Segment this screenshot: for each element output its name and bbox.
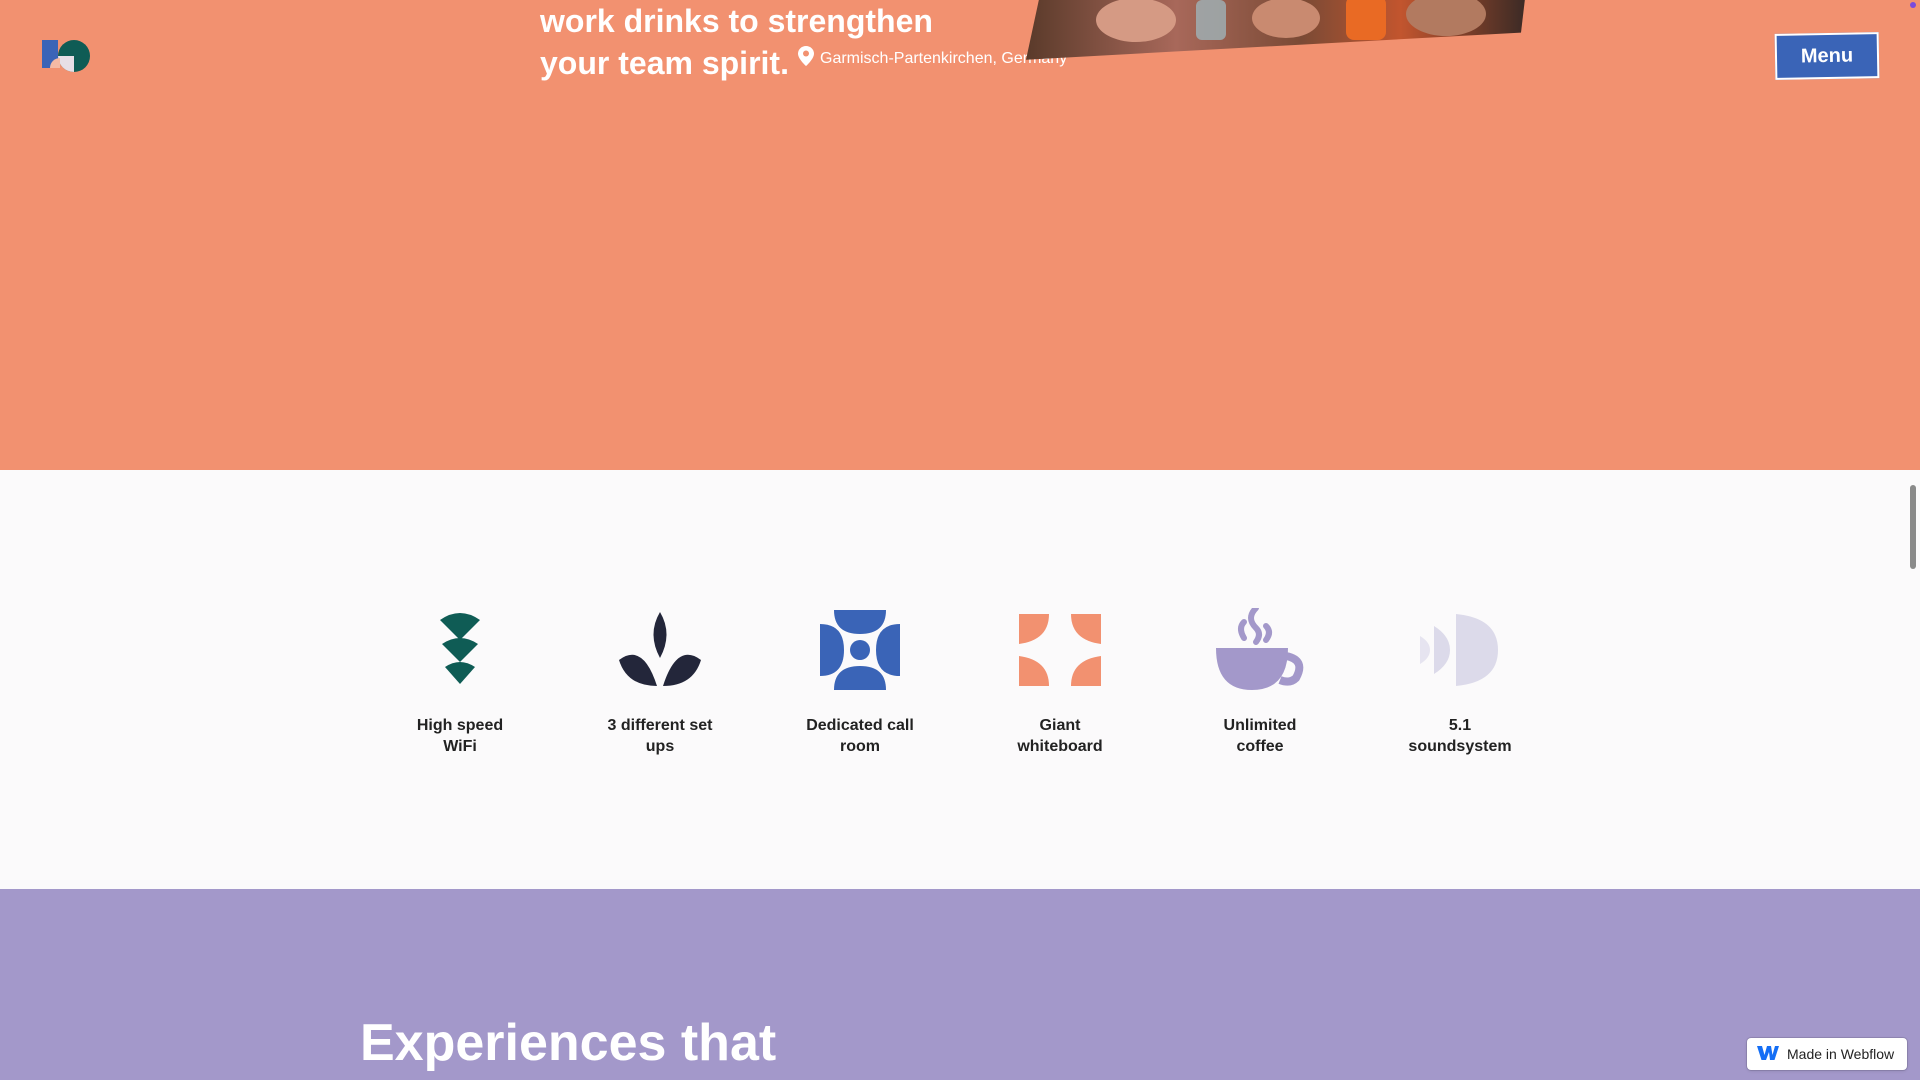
made-in-webflow-badge[interactable]: Made in Webflow — [1747, 1038, 1907, 1070]
speaker-icon — [1410, 605, 1510, 695]
page: work drinks to strengthen your team spir… — [0, 0, 1920, 1080]
amenity-label: Giant whiteboard — [1017, 717, 1103, 755]
amenity-coffee: Unlimited coffee — [1185, 605, 1335, 757]
amenity-wifi: High speed WiFi — [385, 605, 535, 757]
site-logo[interactable] — [40, 38, 94, 74]
wifi-icon — [410, 605, 510, 695]
amenity-label: Dedicated call room — [806, 717, 914, 755]
hero-section: work drinks to strengthen your team spir… — [0, 0, 1920, 470]
amenity-setups: 3 different set ups — [585, 605, 735, 757]
team-drinks-photo — [1026, 0, 1526, 60]
map-pin-icon — [798, 46, 814, 71]
amenities-section: High speed WiFi 3 different set ups Dedi… — [0, 470, 1920, 889]
hero-heading-line-1: work drinks to strengthen — [540, 3, 933, 39]
corner-indicator — [1910, 2, 1916, 8]
amenity-whiteboard: Giant whiteboard — [985, 605, 1135, 757]
amenity-label: High speed WiFi — [416, 717, 504, 755]
coffee-cup-icon — [1210, 605, 1310, 695]
amenity-soundsystem: 5.1 soundsystem — [1385, 605, 1535, 757]
amenity-call-room: Dedicated call room — [785, 605, 935, 757]
whiteboard-icon — [1010, 605, 1110, 695]
experiences-section: Experiences that — [0, 889, 1920, 1080]
amenity-label: Unlimited coffee — [1223, 717, 1297, 755]
menu-button[interactable]: Menu — [1774, 32, 1880, 80]
hero-heading: work drinks to strengthen your team spir… — [540, 0, 980, 84]
amenity-label: 3 different set ups — [607, 717, 713, 755]
scrollbar-thumb[interactable] — [1910, 485, 1916, 569]
experiences-heading: Experiences that — [360, 1014, 777, 1072]
webflow-logo-icon — [1757, 1045, 1779, 1063]
amenity-label: 5.1 soundsystem — [1408, 717, 1512, 755]
webflow-badge-label: Made in Webflow — [1787, 1046, 1895, 1062]
call-room-icon — [810, 605, 910, 695]
leaves-icon — [610, 605, 710, 695]
